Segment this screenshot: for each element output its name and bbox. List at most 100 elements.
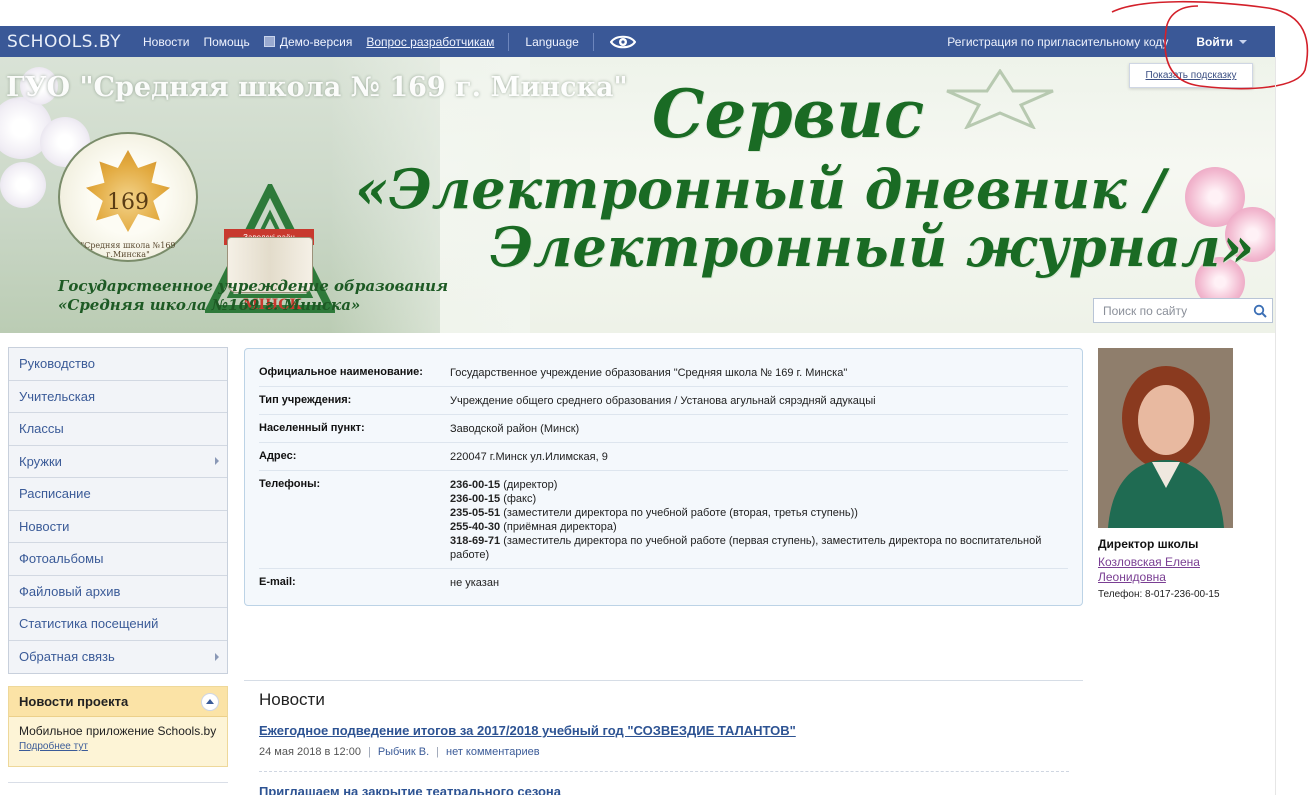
sidebar-item-feedback[interactable]: Обратная связь	[9, 640, 227, 673]
chevron-right-icon	[215, 457, 219, 466]
info-value: Государственное учреждение образования "…	[450, 367, 848, 379]
phone-number: 236-00-15	[450, 479, 501, 491]
banner-service-line2: «Электронный дневник /	[355, 157, 1166, 221]
collapse-button[interactable]	[201, 692, 219, 711]
info-row-email: E-mail: не указан	[259, 569, 1068, 596]
login-label: Войти	[1196, 34, 1233, 49]
sidebar-item-clubs[interactable]: Кружки	[9, 445, 227, 478]
project-news-header: Новости проекта	[9, 687, 227, 717]
news-divider	[244, 680, 1083, 681]
banner-institution-line2: «Средняя школа №169 г. Минска»	[58, 296, 361, 314]
nav-help-link[interactable]: Помощь	[203, 35, 249, 49]
news-comments-link[interactable]: нет комментариев	[446, 746, 540, 758]
login-button[interactable]: Войти	[1196, 35, 1247, 49]
info-value: 220047 г.Минск ул.Илимская, 9	[450, 451, 608, 463]
info-label: Тип учреждения:	[259, 394, 352, 406]
nav-question-link[interactable]: Вопрос разработчикам	[366, 35, 494, 49]
banner-institution-line1: Государственное учреждение образования	[58, 277, 449, 295]
emblem-number: 169	[107, 190, 149, 215]
top-navigation-bar: SCHOOLS.BY Новости Помощь Демо-версия Во…	[0, 26, 1275, 57]
emblem-caption: "Средняя школа №169 г.Минска"	[80, 241, 176, 259]
info-label: Населенный пункт:	[259, 422, 365, 434]
phone-note: (факс)	[503, 493, 537, 505]
nav-divider	[592, 32, 594, 51]
chevron-right-icon	[215, 652, 219, 661]
project-news-more-link[interactable]: Подробнее тут	[9, 741, 227, 752]
news-item-separator	[259, 771, 1069, 772]
news-heading: Новости	[259, 690, 325, 709]
phone-number: 318-69-71	[450, 535, 501, 547]
director-name-link[interactable]: Козловская Елена Леонидовна	[1098, 555, 1238, 585]
news-author-link[interactable]: Рыбчик В.	[378, 746, 429, 758]
info-row-type: Тип учреждения: Учреждение общего средне…	[259, 387, 1068, 415]
sidebar-divider	[8, 782, 228, 783]
sidebar-item-statistics[interactable]: Статистика посещений	[9, 608, 227, 641]
info-row-locality: Населенный пункт: Заводской район (Минск…	[259, 415, 1068, 443]
director-photo[interactable]	[1098, 348, 1233, 528]
search-icon[interactable]	[1253, 304, 1267, 318]
news-item-meta: 24 мая 2018 в 12:00 | Рыбчик В. | нет ко…	[259, 746, 540, 758]
info-row-address: Адрес: 220047 г.Минск ул.Илимская, 9	[259, 443, 1068, 471]
sidebar-item-label: Новости	[19, 518, 70, 534]
meta-separator: |	[436, 746, 439, 758]
language-link[interactable]: Language	[525, 35, 578, 49]
sidebar-item-label: Расписание	[19, 486, 91, 502]
sidebar-item-label: Руководство	[19, 356, 95, 372]
nav-divider	[508, 32, 510, 51]
page: SCHOOLS.BY Новости Помощь Демо-версия Во…	[0, 0, 1310, 795]
sidebar-item-label: Обратная связь	[19, 649, 115, 665]
phone-number: 236-00-15	[450, 493, 501, 505]
phone-entry: 235-05-51 (заместители директора по учеб…	[450, 506, 1068, 520]
phone-entry: 236-00-15 (факс)	[450, 492, 1068, 506]
school-info-card: Официальное наименование: Государственно…	[244, 348, 1083, 606]
info-value: Заводской район (Минск)	[450, 423, 580, 435]
sidebar-item-label: Учительская	[19, 388, 96, 404]
project-news-title: Новости проекта	[19, 694, 129, 709]
banner-school-name: ГУО "Средняя школа № 169 г. Минска"	[6, 72, 628, 103]
news-item-title-link[interactable]: Ежегодное подведение итогов за 2017/2018…	[259, 723, 796, 738]
site-search	[1093, 298, 1273, 323]
project-news-box: Новости проекта Мобильное приложение Sch…	[8, 686, 228, 767]
sidebar-menu: Руководство Учительская Классы Кружки Ра…	[8, 347, 228, 674]
chevron-up-icon	[206, 699, 214, 704]
nav-news-link[interactable]: Новости	[143, 35, 189, 49]
topbar-right: Регистрация по пригласительному коду Вой…	[947, 35, 1275, 49]
sidebar-item-management[interactable]: Руководство	[9, 348, 227, 381]
sidebar-item-label: Классы	[19, 421, 64, 437]
nav-demo-link[interactable]: Демо-версия	[263, 35, 352, 49]
info-row-official-name: Официальное наименование: Государственно…	[259, 359, 1068, 387]
school-emblem: 169 "Средняя школа №169 г.Минска"	[58, 132, 198, 262]
sidebar-item-staffroom[interactable]: Учительская	[9, 380, 227, 413]
sidebar-item-news[interactable]: Новости	[9, 510, 227, 543]
show-hint-link[interactable]: Показать подсказку	[1129, 63, 1253, 88]
demo-icon	[263, 36, 275, 47]
sidebar-item-label: Файловый архив	[19, 583, 121, 599]
meta-separator: |	[367, 746, 371, 758]
sidebar-item-photoalbums[interactable]: Фотоальбомы	[9, 543, 227, 576]
registration-link[interactable]: Регистрация по пригласительному коду	[947, 35, 1168, 49]
phone-note: (заместитель директора по учебной работе…	[450, 535, 1042, 561]
phone-entry: 236-00-15 (директор)	[450, 478, 1068, 492]
banner-service-line3: Электронный журнал»	[490, 215, 1255, 279]
info-value: Учреждение общего среднего образования /…	[450, 395, 876, 407]
info-value: не указан	[450, 577, 500, 589]
sidebar-item-label: Статистика посещений	[19, 616, 159, 632]
info-label: Телефоны:	[259, 478, 321, 490]
site-logo[interactable]: SCHOOLS.BY	[7, 32, 121, 52]
info-label: Официальное наименование:	[259, 366, 423, 378]
page-edge	[1275, 57, 1276, 795]
phone-number: 255-40-30	[450, 521, 501, 533]
sidebar-item-classes[interactable]: Классы	[9, 413, 227, 446]
phone-number: 235-05-51	[450, 507, 501, 519]
search-input[interactable]	[1094, 303, 1244, 318]
news-item-title-link[interactable]: Приглашаем на закрытие театрального сезо…	[259, 784, 561, 795]
phone-note: (заместители директора по учебной работе…	[503, 507, 858, 519]
sidebar-item-schedule[interactable]: Расписание	[9, 478, 227, 511]
director-title: Директор школы	[1098, 537, 1199, 551]
phones-list: 236-00-15 (директор) 236-00-15 (факс) 23…	[450, 478, 1068, 562]
phone-note: (директор)	[503, 479, 558, 491]
info-label: Адрес:	[259, 450, 297, 462]
sidebar-item-file-archive[interactable]: Файловый архив	[9, 575, 227, 608]
accessibility-eye-icon[interactable]	[609, 35, 636, 49]
info-row-phones: Телефоны: 236-00-15 (директор) 236-00-15…	[259, 471, 1068, 569]
